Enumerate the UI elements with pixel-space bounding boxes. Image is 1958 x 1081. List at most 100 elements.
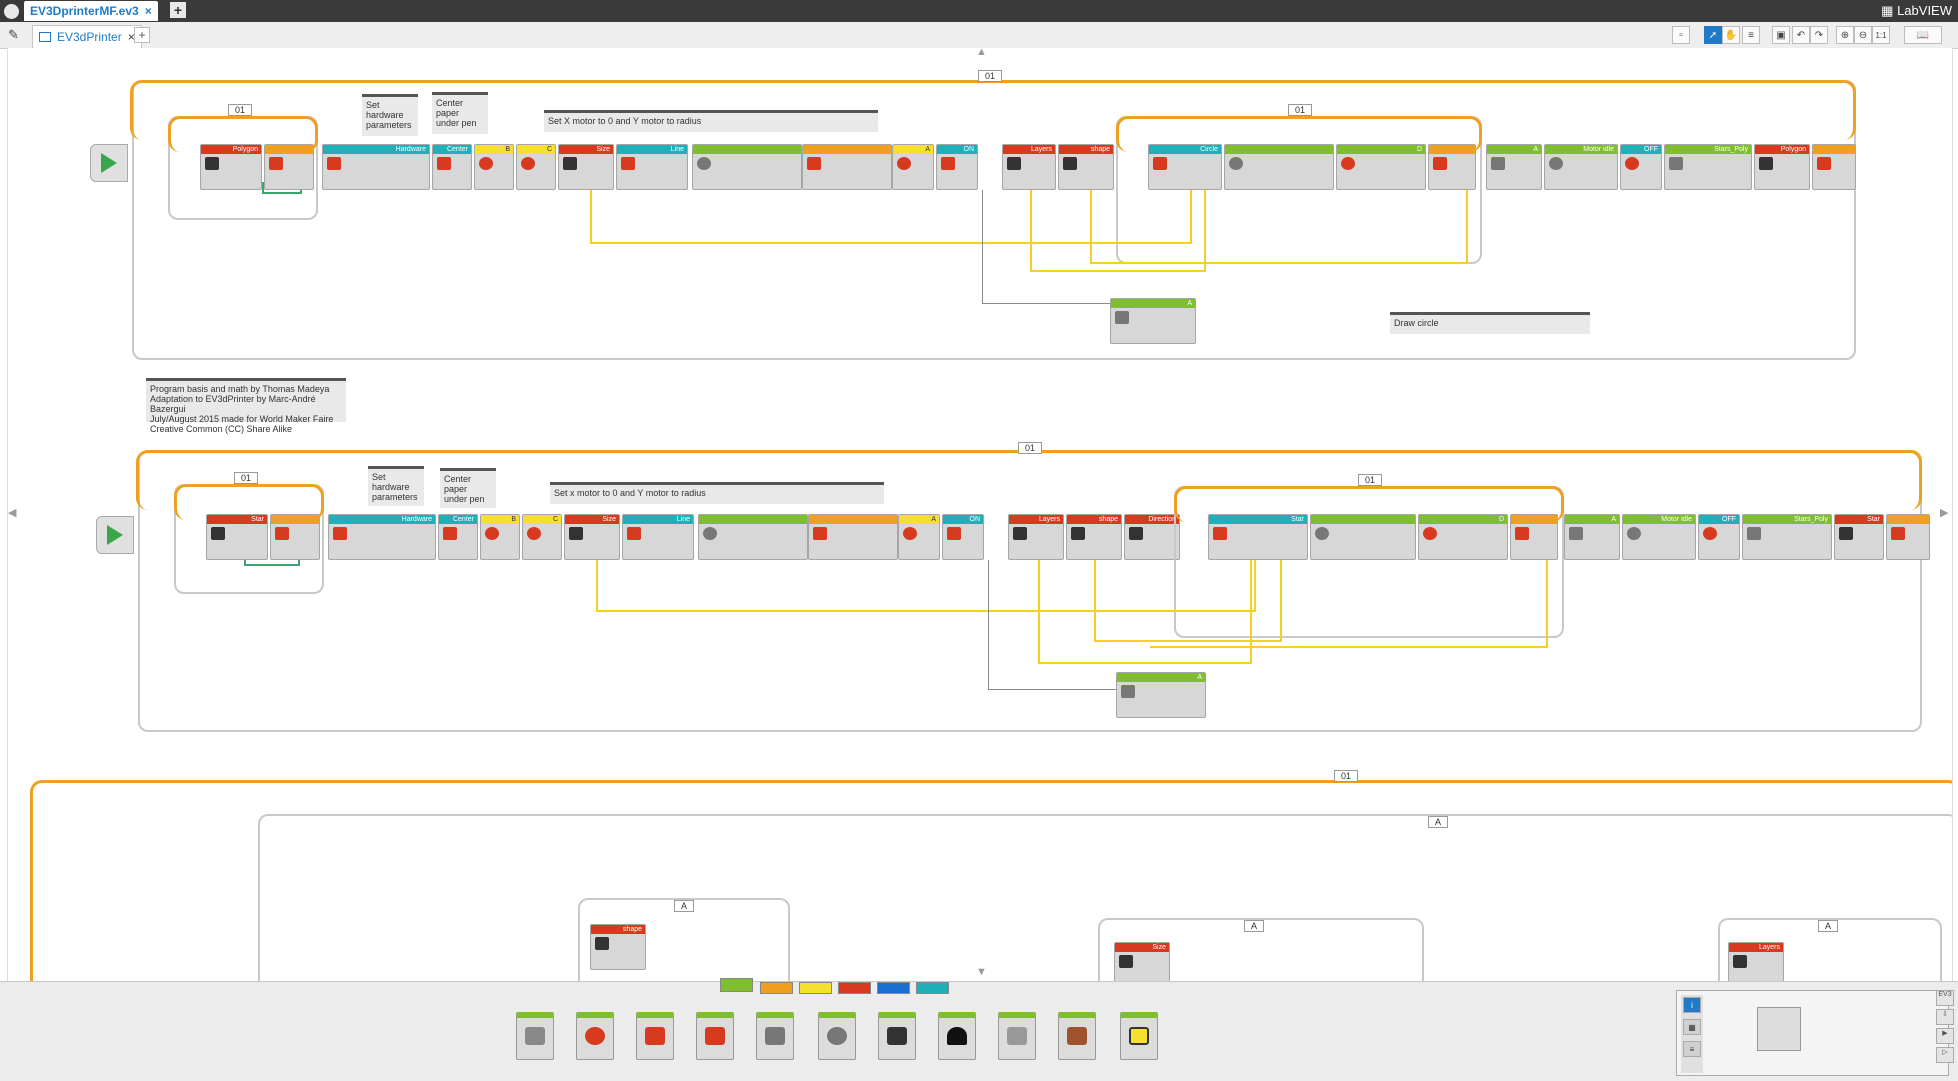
block-loop-end-1[interactable]: [1812, 144, 1856, 190]
comment-xy-1[interactable]: Set X motor to 0 and Y motor to radius: [544, 110, 878, 132]
block-line-2[interactable]: Line: [622, 514, 694, 560]
program-canvas[interactable]: ▲ ◀ ▶ ▼ 01 01 Set hardware parameters Ce…: [7, 48, 1953, 981]
add-project-button[interactable]: +: [170, 2, 186, 18]
save-icon[interactable]: ▣: [1772, 26, 1790, 44]
block-polygon-1b[interactable]: Polygon: [1754, 144, 1810, 190]
zoom-reset-button[interactable]: 1:1: [1872, 26, 1890, 44]
block-stars-poly-1[interactable]: Stars_Poly: [1664, 144, 1752, 190]
zoom-in-icon[interactable]: ⊕: [1836, 26, 1854, 44]
switch-label-shape[interactable]: A: [674, 900, 695, 912]
block-shape-1[interactable]: shape: [1058, 144, 1114, 190]
block-loop-end-2[interactable]: [1886, 514, 1930, 560]
block-star-2c[interactable]: Star: [1834, 514, 1884, 560]
block-circle-1[interactable]: Circle: [1148, 144, 1222, 190]
redo-icon[interactable]: ↷: [1810, 26, 1828, 44]
block-hardware-2[interactable]: Hardware: [328, 514, 436, 560]
palette-sound[interactable]: [818, 1012, 856, 1060]
brick-info-icon[interactable]: i: [1683, 997, 1701, 1013]
block-a-2[interactable]: A: [898, 514, 940, 560]
block-shape-3[interactable]: shape: [590, 924, 646, 970]
block-loop-interrupt-1[interactable]: [264, 144, 314, 190]
block-a-1b[interactable]: A: [1486, 144, 1542, 190]
palette-move-steering[interactable]: [636, 1012, 674, 1060]
pan-tool-icon[interactable]: ✋: [1722, 26, 1740, 44]
palette-horse[interactable]: [1058, 1012, 1096, 1060]
palette-tab-sensor[interactable]: [799, 982, 832, 994]
block-stars-poly-2[interactable]: Stars_Poly: [1742, 514, 1832, 560]
loop-label-3[interactable]: 01: [1334, 770, 1359, 782]
block-size-1[interactable]: Size: [558, 144, 614, 190]
block-center-2[interactable]: Center: [438, 514, 478, 560]
block-polygon-1[interactable]: Polygon: [200, 144, 262, 190]
comment-hardware-1[interactable]: Set hardware parameters: [362, 94, 418, 136]
zoom-out-icon[interactable]: ⊖: [1854, 26, 1872, 44]
palette-move-tank[interactable]: [696, 1012, 734, 1060]
block-shape-2[interactable]: shape: [1066, 514, 1122, 560]
block-loop-interrupt-1b[interactable]: [1428, 144, 1476, 190]
palette-display[interactable]: [756, 1012, 794, 1060]
block-size-2[interactable]: Size: [564, 514, 620, 560]
palette-tab-flow[interactable]: [760, 982, 793, 994]
download-icon[interactable]: ⇩: [1936, 1009, 1954, 1025]
download-run-icon[interactable]: ▶: [1936, 1028, 1954, 1044]
switch-label-main[interactable]: A: [1428, 816, 1449, 828]
palette-tab-action[interactable]: [720, 978, 753, 992]
switch-label-size[interactable]: A: [1244, 920, 1265, 932]
project-tab[interactable]: EV3DprinterMF.ev3 ×: [24, 1, 158, 21]
block-b-1[interactable]: B: [474, 144, 514, 190]
available-bricks-icon[interactable]: ≡: [1683, 1041, 1701, 1057]
comment-center-1[interactable]: Center paper under pen: [432, 92, 488, 134]
start-block-1[interactable]: [90, 144, 128, 182]
block-loop-interrupt-2b[interactable]: [1510, 514, 1558, 560]
block-sound-1b[interactable]: [1224, 144, 1334, 190]
loop-label-1b[interactable]: 01: [1288, 104, 1313, 116]
block-off-2[interactable]: OFF: [1698, 514, 1740, 560]
block-wait-2[interactable]: [808, 514, 898, 560]
block-sound-1[interactable]: [692, 144, 802, 190]
block-d-1[interactable]: D: [1336, 144, 1426, 190]
palette-medium-motor[interactable]: [516, 1012, 554, 1060]
block-hardware-1[interactable]: Hardware: [322, 144, 430, 190]
loop-label-1[interactable]: 01: [978, 70, 1003, 82]
block-center-1[interactable]: Center: [432, 144, 472, 190]
loop-label-2[interactable]: 01: [1018, 442, 1043, 454]
select-tool-icon[interactable]: ➚: [1704, 26, 1722, 44]
block-sound-2b[interactable]: [1310, 514, 1416, 560]
scroll-right-icon[interactable]: ▶: [1940, 506, 1948, 519]
page-icon[interactable]: ▫: [1672, 26, 1690, 44]
block-wait-1[interactable]: [802, 144, 892, 190]
loop-label-2a[interactable]: 01: [234, 472, 259, 484]
block-star-2[interactable]: Star: [206, 514, 268, 560]
block-c-2[interactable]: C: [522, 514, 562, 560]
scroll-left-icon[interactable]: ◀: [8, 506, 16, 519]
palette-brick-light[interactable]: [878, 1012, 916, 1060]
block-layers-2[interactable]: Layers: [1008, 514, 1064, 560]
comment-center-2[interactable]: Center paper under pen: [440, 468, 496, 508]
palette-sensor[interactable]: [1120, 1012, 1158, 1060]
block-sound-2[interactable]: [698, 514, 808, 560]
palette-invert-motor[interactable]: [938, 1012, 976, 1060]
block-a-1[interactable]: A: [892, 144, 934, 190]
block-sub-a-2[interactable]: A: [1116, 672, 1206, 718]
scroll-up-icon[interactable]: ▲: [976, 48, 987, 58]
block-loop-interrupt-2[interactable]: [270, 514, 320, 560]
block-a-2b[interactable]: A: [1564, 514, 1620, 560]
loop-label-2b[interactable]: 01: [1358, 474, 1383, 486]
block-b-2[interactable]: B: [480, 514, 520, 560]
comment-tool-icon[interactable]: ≡: [1742, 26, 1760, 44]
block-c-1[interactable]: C: [516, 144, 556, 190]
undo-icon[interactable]: ↶: [1792, 26, 1810, 44]
loop-label-1a[interactable]: 01: [228, 104, 253, 116]
comment-draw-circle[interactable]: Draw circle: [1390, 312, 1590, 334]
program-tab[interactable]: EV3dPrinter ×: [32, 25, 142, 48]
block-motor-idle-2[interactable]: Motor idle: [1622, 514, 1696, 560]
palette-tab-myblocks[interactable]: [916, 982, 949, 994]
run-selected-icon[interactable]: ▷: [1936, 1047, 1954, 1063]
block-off-1[interactable]: OFF: [1620, 144, 1662, 190]
comment-credits[interactable]: Program basis and math by Thomas Madeya …: [146, 378, 346, 434]
home-icon[interactable]: [4, 4, 19, 19]
close-icon[interactable]: ×: [145, 4, 152, 18]
block-line-1[interactable]: Line: [616, 144, 688, 190]
palette-unregulated-motor[interactable]: [998, 1012, 1036, 1060]
palette-tab-advanced[interactable]: [877, 982, 910, 994]
